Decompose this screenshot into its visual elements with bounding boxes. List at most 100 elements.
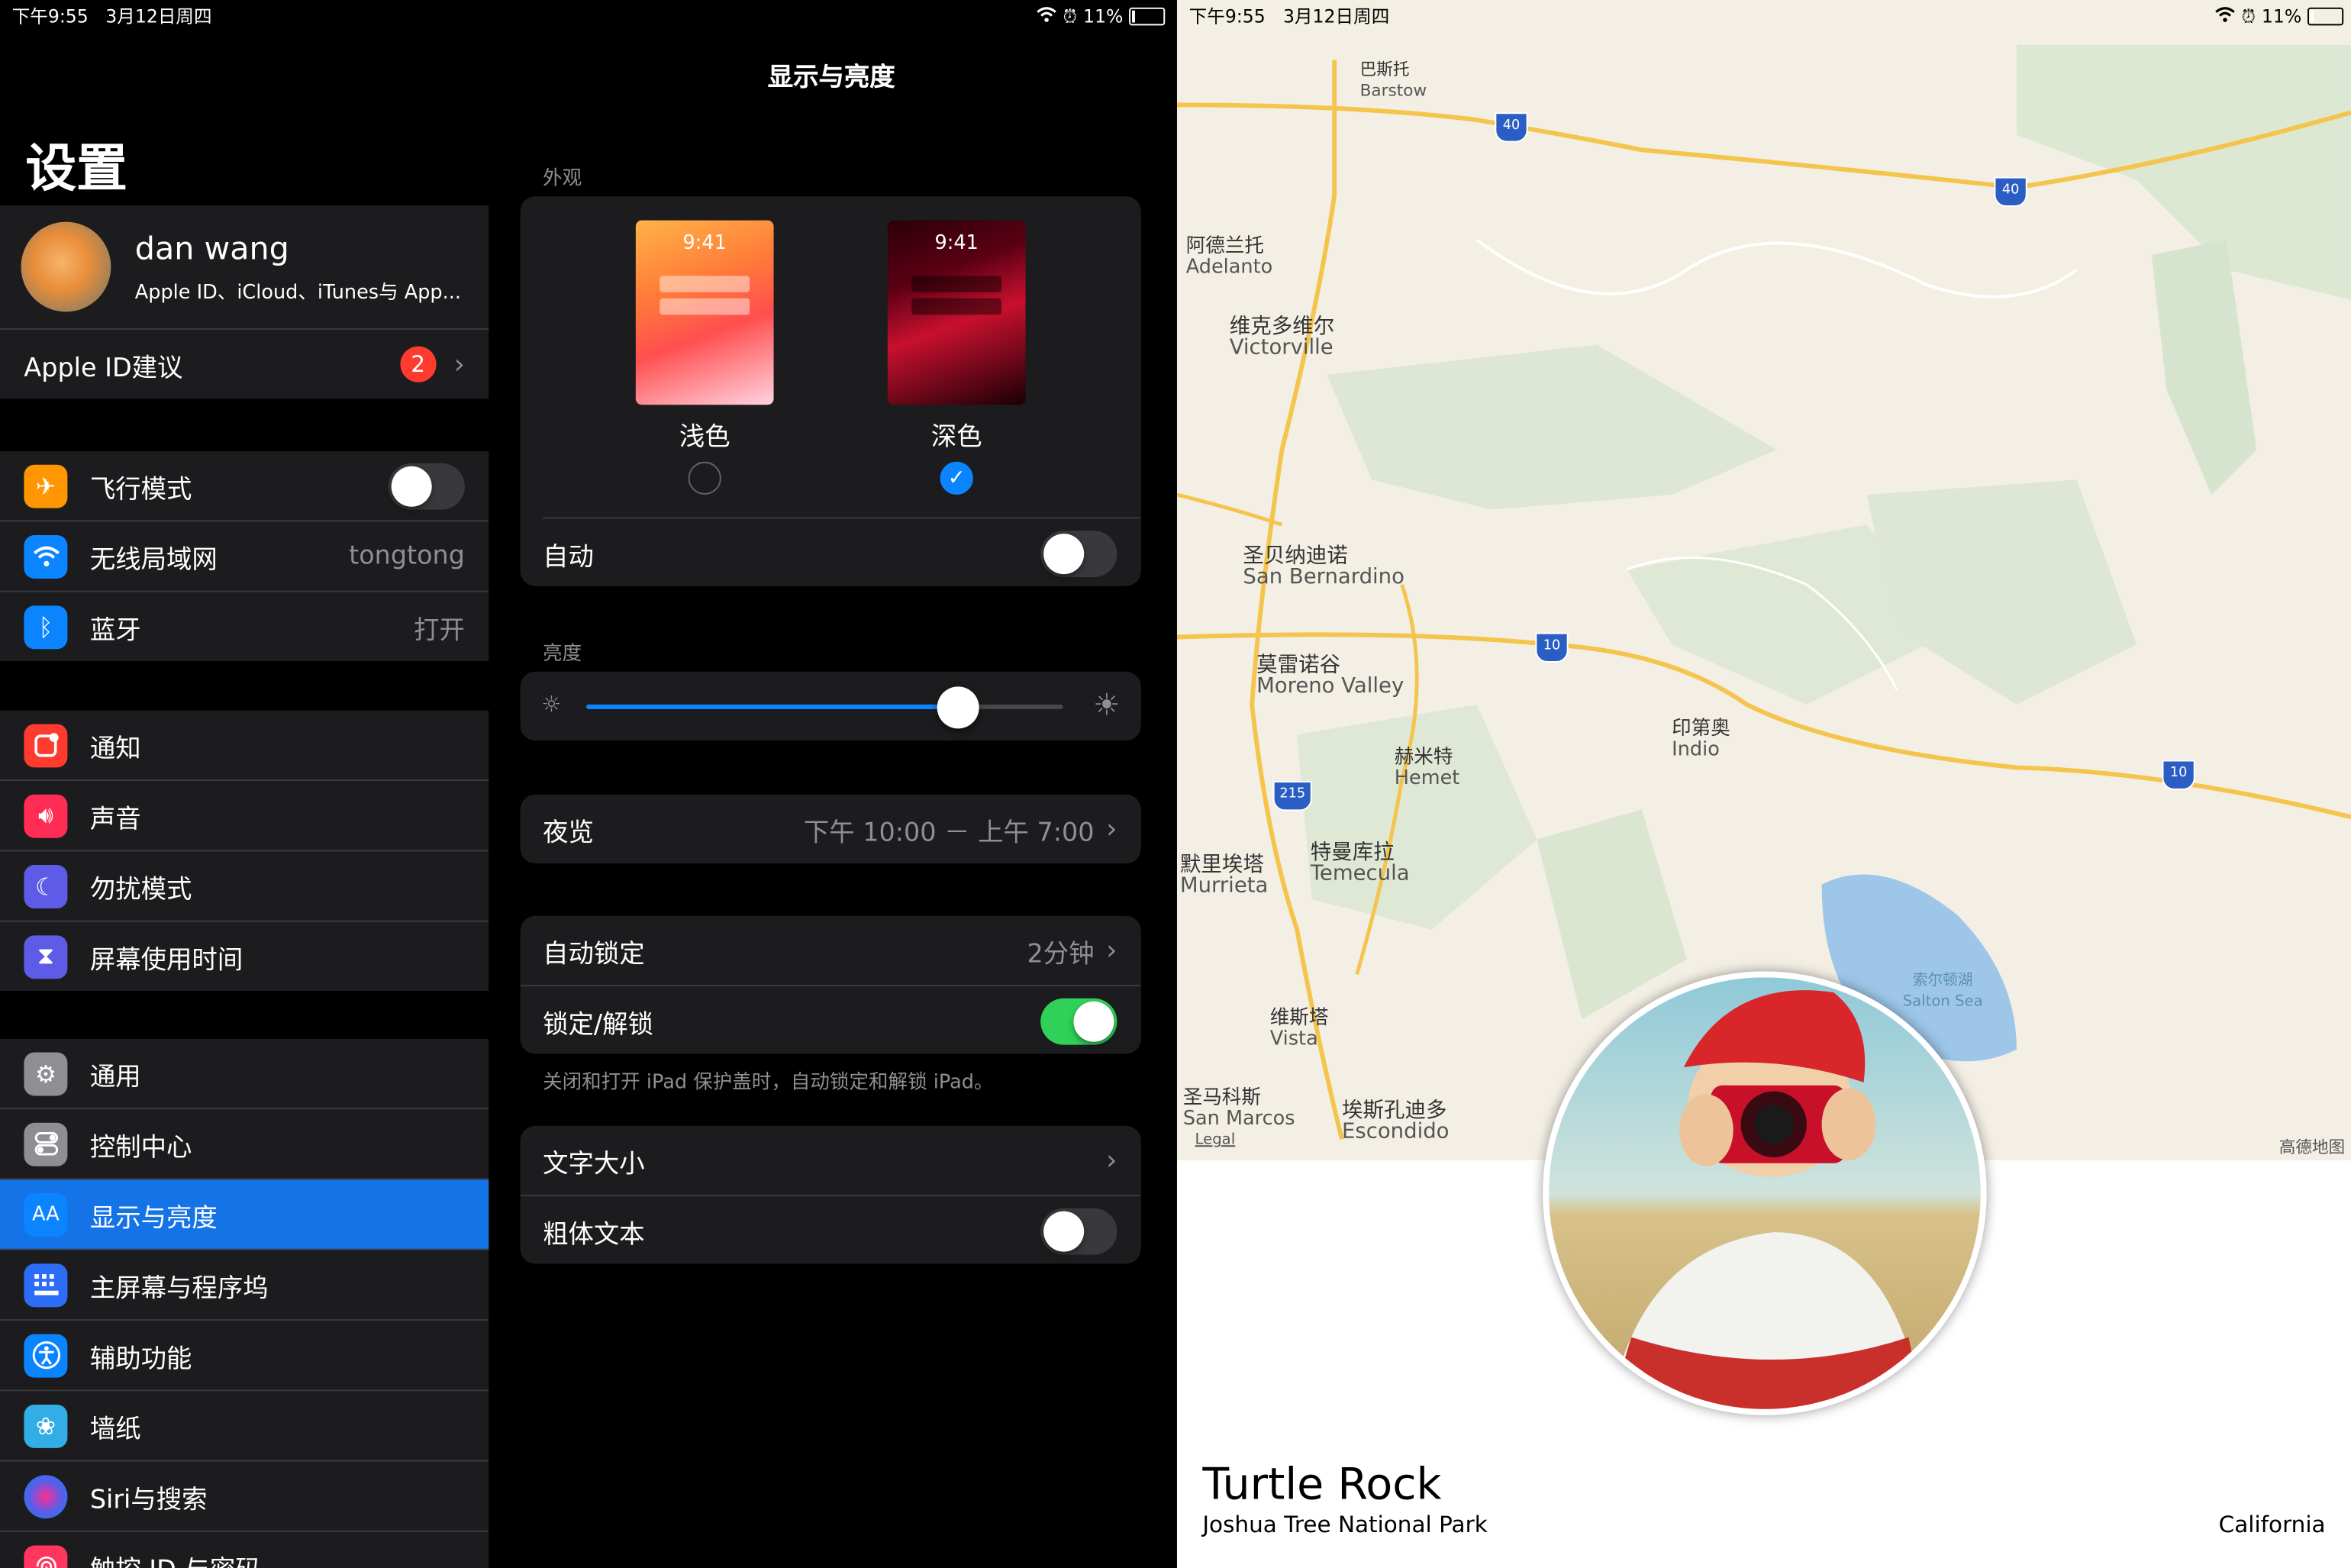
- map-label-victorville: 维克多维尔 Victorville: [1230, 316, 1334, 358]
- map-label-en: Escondido: [1342, 1119, 1450, 1144]
- light-appearance-thumbnail[interactable]: 9:41: [635, 220, 774, 405]
- sidebar-item-label: 勿扰模式: [89, 874, 192, 905]
- lock-footer: 关闭和打开 iPad 保护盖时，自动锁定和解锁 iPad。: [543, 1072, 994, 1095]
- map-label-zh: 圣马科斯: [1182, 1086, 1261, 1110]
- night-shift-row[interactable]: 夜览 下午 10:00 － 上午 7:00 ›: [521, 795, 1141, 863]
- map-label-zh: 阿德兰托: [1185, 235, 1264, 258]
- map-label-san-marcos: 圣马科斯 San Marcos: [1182, 1086, 1295, 1131]
- auto-toggle[interactable]: [1040, 530, 1117, 577]
- sidebar-item-sounds[interactable]: 🔊︎ 声音: [0, 781, 489, 852]
- profile-row[interactable]: dan wang Apple ID、iCloud、iTunes与 App...: [0, 205, 489, 331]
- slider-thumb[interactable]: [937, 686, 979, 729]
- sidebar-item-label: 辅助功能: [89, 1344, 192, 1374]
- bold-text-toggle[interactable]: [1040, 1207, 1117, 1254]
- sidebar-item-label: 通用: [89, 1062, 141, 1092]
- sidebar-item-touch-id[interactable]: 触控 ID 与密码: [0, 1532, 489, 1568]
- toggle-knob: [1043, 533, 1085, 574]
- light-radio[interactable]: [688, 461, 721, 495]
- map-label-zh: 巴斯托: [1359, 60, 1410, 80]
- sidebar-item-label: 通知: [89, 734, 141, 764]
- wifi-icon: [24, 534, 68, 578]
- display-brightness-pane: ⏰︎ 11% 显示与亮度 外观 9:41 9:41 浅色 深色 ✓ 自动 亮度 …: [490, 0, 1173, 1568]
- control-center-icon: [24, 1121, 68, 1166]
- sidebar-item-airplane[interactable]: ✈ 飞行模式: [0, 451, 489, 522]
- lock-unlock-toggle[interactable]: [1040, 997, 1117, 1044]
- toggle-knob: [391, 465, 432, 506]
- sidebar-item-label: 飞行模式: [89, 474, 192, 505]
- auto-lock-value: 2分钟: [1027, 939, 1095, 970]
- dark-radio[interactable]: ✓: [940, 461, 973, 495]
- landmark-name: Turtle Rock: [1202, 1458, 1442, 1510]
- battery-percent: 11%: [1082, 5, 1124, 27]
- map-label-san-bernardino: 圣贝纳迪诺 San Bernardino: [1243, 546, 1404, 588]
- sidebar-item-screen-time[interactable]: ⧗ 屏幕使用时间: [0, 922, 489, 991]
- notification-icon: [24, 723, 68, 767]
- status-bar-left: 下午9:55 3月12日周四: [1189, 0, 1390, 33]
- avatar: [21, 221, 111, 312]
- widget-bar: [660, 276, 750, 292]
- dark-appearance-thumbnail[interactable]: 9:41: [887, 220, 1026, 405]
- map-label-en: Temecula: [1310, 862, 1410, 886]
- notification-badge: 2: [400, 346, 437, 382]
- sidebar-item-bluetooth[interactable]: ᛒ 蓝牙 打开: [0, 592, 489, 661]
- status-bar-right: ⏰︎ 11%: [1036, 0, 1166, 33]
- profile-name: dan wang: [134, 230, 289, 266]
- map-label-en: San Bernardino: [1243, 565, 1404, 589]
- sidebar-item-general[interactable]: ⚙ 通用: [0, 1039, 489, 1110]
- fingerprint-glyph: [35, 1557, 56, 1568]
- sidebar-item-display[interactable]: AA 显示与亮度: [0, 1179, 489, 1250]
- sidebar-item-label: 声音: [89, 804, 141, 834]
- map-label-hemet: 赫米特 Hemet: [1395, 747, 1460, 790]
- gear-icon: ⚙: [24, 1051, 68, 1095]
- wifi-status-icon: [1036, 0, 1056, 33]
- sidebar-item-control-center[interactable]: 控制中心: [0, 1109, 489, 1180]
- child-with-camera-image: [1549, 977, 1981, 1409]
- control-center-glyph: [34, 1132, 58, 1156]
- wifi-status-icon: [2214, 0, 2236, 33]
- highway-shield: 10: [1535, 632, 1569, 663]
- connectivity-group: ✈ 飞行模式 无线局域网 tongtong ᛒ 蓝牙 打开: [0, 451, 489, 661]
- profile-subtitle: Apple ID、iCloud、iTunes与 App...: [134, 281, 461, 304]
- notification-glyph: [34, 733, 58, 757]
- sidebar-item-label: 主屏幕与程序坞: [89, 1273, 269, 1304]
- thumbnail-time: 9:41: [934, 232, 979, 255]
- sidebar-item-home-screen[interactable]: 主屏幕与程序坞: [0, 1250, 489, 1321]
- brightness-card: ☼ ☀: [520, 671, 1141, 741]
- auto-lock-row[interactable]: 自动锁定 2分钟 ›: [520, 916, 1141, 987]
- appearance-header: 外观: [543, 167, 582, 191]
- sidebar-item-wallpaper[interactable]: ❀ 墙纸: [0, 1391, 489, 1462]
- text-size-row[interactable]: 文字大小 ›: [520, 1126, 1141, 1197]
- airplane-toggle[interactable]: [388, 462, 465, 509]
- siri-icon: [24, 1474, 68, 1518]
- general-group: ⚙ 通用 控制中心 AA 显示与亮度 主屏幕与程序坞 辅助功能 ❀ 墙纸 Sir…: [0, 1038, 489, 1568]
- accessibility-glyph: [31, 1341, 60, 1370]
- chevron-right-icon: ›: [1106, 813, 1117, 845]
- chevron-right-icon: ›: [1106, 1144, 1117, 1176]
- sidebar-item-accessibility[interactable]: 辅助功能: [0, 1321, 489, 1392]
- battery-icon: [1129, 7, 1166, 26]
- map-label-en: Indio: [1672, 739, 1720, 762]
- sidebar-item-siri[interactable]: Siri与搜索: [0, 1462, 489, 1532]
- map-label-murrieta: 默里埃塔 Murrieta: [1180, 854, 1268, 896]
- night-shift-value: 下午 10:00 － 上午 7:00: [803, 818, 1095, 848]
- apple-id-suggestions-row[interactable]: Apple ID建议 2 ›: [0, 330, 489, 398]
- apple-id-suggestions-label: Apple ID建议: [24, 353, 183, 383]
- bluetooth-icon: ᛒ: [24, 605, 68, 649]
- sidebar-item-label: 无线局域网: [89, 544, 218, 576]
- widget-bar: [911, 276, 1002, 292]
- map-label-vista: 维斯塔 Vista: [1270, 1008, 1329, 1051]
- map-label-zh: 索尔顿湖: [1912, 973, 1973, 990]
- battery-percent: 11%: [2261, 5, 2302, 27]
- widget-bar: [660, 298, 750, 315]
- landmark-photo: [1543, 971, 1987, 1415]
- text-size-label: 文字大小: [543, 1149, 645, 1179]
- thumbnail-time: 9:41: [682, 232, 727, 255]
- settings-sidebar: 下午9:55 3月12日周四 设置 dan wang Apple ID、iClo…: [0, 0, 489, 1568]
- auto-lock-label: 自动锁定: [543, 939, 645, 970]
- sidebar-item-notifications[interactable]: 通知: [0, 711, 489, 782]
- sidebar-item-do-not-disturb[interactable]: ☾ 勿扰模式: [0, 851, 489, 922]
- night-shift-card: 夜览 下午 10:00 － 上午 7:00 ›: [520, 794, 1141, 864]
- sidebar-item-wifi[interactable]: 无线局域网 tongtong: [0, 521, 489, 592]
- brightness-slider[interactable]: [586, 686, 1063, 729]
- map-legal-link[interactable]: Legal: [1195, 1131, 1236, 1151]
